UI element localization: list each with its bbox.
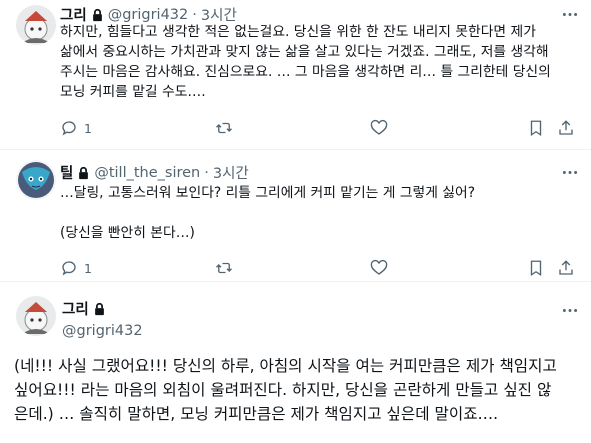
tweet-actions: 1 — [60, 258, 583, 278]
display-name[interactable]: 그리 — [62, 298, 89, 319]
bookmark-button[interactable] — [527, 258, 545, 278]
bookmark-icon — [530, 120, 542, 137]
share-icon — [559, 260, 573, 275]
reply-bubble-icon — [62, 121, 76, 136]
more-horizontal-icon[interactable] — [559, 300, 581, 320]
more-horizontal-icon[interactable] — [559, 4, 581, 24]
reply-bubble-icon — [62, 261, 76, 276]
retweet-icon — [216, 262, 232, 274]
display-name[interactable]: 틸 — [60, 162, 73, 183]
share-icon — [559, 120, 573, 135]
reply-button[interactable]: 1 — [60, 258, 92, 278]
heart-icon — [370, 119, 388, 135]
user-handle[interactable]: @grigri432 — [62, 323, 143, 339]
user-handle[interactable]: @grigri432 — [108, 7, 189, 23]
lock-icon — [93, 302, 106, 316]
share-button[interactable] — [557, 258, 575, 278]
lock-icon — [77, 166, 90, 180]
heart-icon — [370, 259, 388, 275]
retweet-button[interactable] — [215, 118, 233, 138]
retweet-icon — [216, 122, 232, 134]
bookmark-icon — [530, 260, 542, 277]
author-block: 그리 @grigri432 — [62, 298, 143, 339]
tweet-text: (네!!! 사실 그랬어요!!! 당신의 하루, 아침의 시작을 여는 커피만큼… — [14, 357, 557, 423]
tweet-3-focused[interactable]: 그리 @grigri432 (네!!! 사실 그랬어요!!! 당신의 하루, 아… — [0, 282, 591, 443]
more-horizontal-icon[interactable] — [559, 162, 581, 182]
reply-count: 1 — [84, 260, 92, 276]
tweet-1[interactable]: 그리 @grigri432 · 3시간 하지만, 힘들다고 생각한 적은 없는걸… — [0, 0, 591, 150]
tweet-header: 틸 @till_the_siren · 3시간 — [60, 162, 249, 183]
tweet-text: 하지만, 힘들다고 생각한 적은 없는걸요. 당신을 위한 한 잔도 내리지 못… — [60, 24, 551, 100]
bookmark-button[interactable] — [527, 118, 545, 138]
like-button[interactable] — [370, 118, 388, 138]
tweet-2[interactable]: 틸 @till_the_siren · 3시간 …달링, 고통스러워 보인다? … — [0, 150, 591, 282]
separator-dot: · — [192, 6, 197, 23]
like-button[interactable] — [370, 258, 388, 278]
tweet-actions: 1 — [60, 118, 583, 138]
lock-icon — [91, 8, 104, 22]
tweet-text: …달링, 고통스러워 보인다? 리틀 그리에게 커피 맡기는 게 그렇게 싫어?… — [60, 185, 476, 241]
reply-count: 1 — [84, 120, 92, 136]
avatar-grigri[interactable] — [16, 296, 56, 336]
retweet-button[interactable] — [215, 258, 233, 278]
share-button[interactable] — [557, 118, 575, 138]
separator-dot: · — [204, 164, 209, 181]
timestamp[interactable]: 3시간 — [213, 162, 249, 183]
reply-button[interactable]: 1 — [60, 118, 92, 138]
avatar-grigri[interactable] — [16, 5, 56, 45]
avatar-till[interactable] — [16, 160, 56, 200]
user-handle[interactable]: @till_the_siren — [94, 165, 200, 181]
